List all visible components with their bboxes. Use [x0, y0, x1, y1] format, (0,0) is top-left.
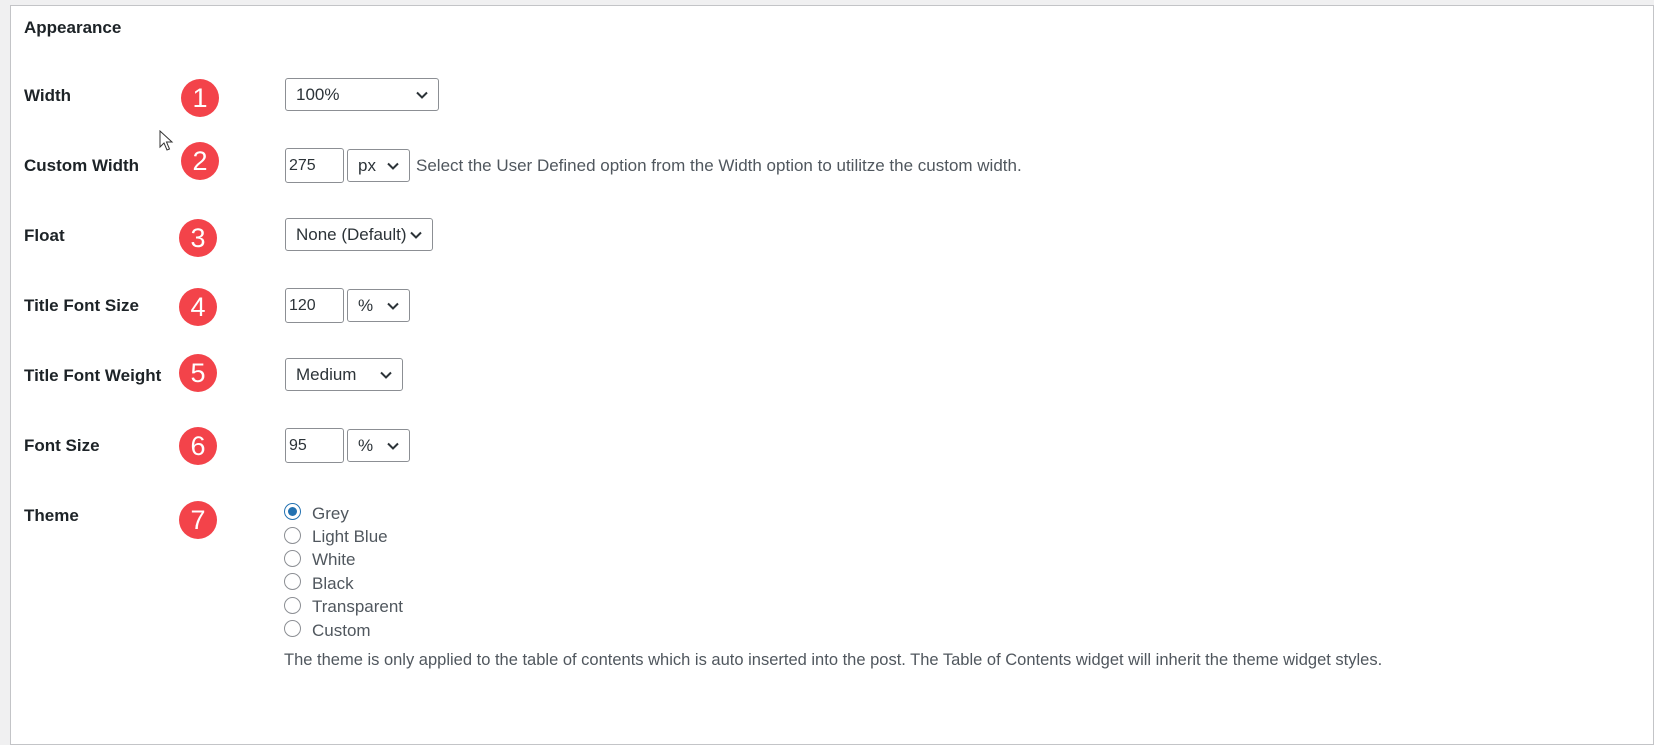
custom-width-help-text: Select the User Defined option from the … — [416, 155, 1022, 175]
radio-button[interactable] — [284, 549, 301, 567]
theme-option-label: Transparent — [312, 597, 404, 617]
theme-description: The theme is only applied to the table o… — [284, 651, 1383, 669]
section-title: Appearance — [24, 18, 122, 37]
title-font-weight-label: Title Font Weight — [24, 366, 162, 385]
theme-option-label: White — [312, 550, 356, 570]
theme-option-light-blue[interactable]: Light Blue — [284, 523, 403, 546]
theme-radio-group: Grey Light Blue White Black Transparent … — [284, 500, 403, 640]
chevron-down-icon — [387, 162, 399, 170]
float-label: Float — [24, 226, 65, 245]
mouse-cursor-icon — [159, 130, 174, 151]
custom-width-label: Custom Width — [24, 156, 140, 175]
step-badge-2: 2 — [181, 142, 219, 180]
step-badge-4: 4 — [179, 288, 217, 326]
radio-dot — [288, 507, 297, 517]
step-badge-3: 3 — [179, 219, 217, 257]
radio-button[interactable] — [284, 573, 301, 591]
theme-option-label: Grey — [312, 503, 349, 523]
chevron-down-icon — [387, 302, 399, 310]
title-font-size-label: Title Font Size — [24, 296, 139, 315]
width-label: Width — [24, 86, 72, 105]
step-badge-6: 6 — [179, 427, 217, 465]
radio-button[interactable] — [284, 596, 301, 614]
theme-option-transparent[interactable]: Transparent — [284, 594, 403, 617]
title-font-weight-select[interactable]: Medium — [285, 358, 403, 391]
chevron-down-icon — [410, 231, 422, 239]
title-font-weight-value: Medium — [296, 364, 357, 384]
float-select[interactable]: None (Default) — [285, 218, 433, 251]
title-font-size-unit-select[interactable]: % — [347, 289, 410, 322]
title-font-size-input[interactable] — [285, 288, 344, 323]
chevron-down-icon — [416, 91, 428, 99]
title-font-size-unit-value: % — [358, 295, 374, 315]
step-badge-1: 1 — [181, 79, 219, 117]
theme-label: Theme — [24, 506, 79, 525]
step-badge-5: 5 — [179, 354, 217, 392]
font-size-label: Font Size — [24, 436, 100, 455]
custom-width-input[interactable] — [285, 148, 344, 183]
chevron-down-icon — [380, 371, 392, 379]
width-select[interactable]: 100% — [285, 78, 439, 111]
radio-button[interactable] — [284, 526, 301, 544]
theme-option-label: Custom — [312, 620, 371, 640]
appearance-panel: Appearance Width 1 100% Custom Width 2 p… — [10, 5, 1654, 745]
width-select-value: 100% — [296, 84, 340, 104]
custom-width-unit-select[interactable]: px — [347, 149, 410, 182]
font-size-input[interactable] — [285, 428, 344, 463]
theme-option-custom[interactable]: Custom — [284, 617, 403, 640]
font-size-unit-select[interactable]: % — [347, 429, 410, 462]
theme-option-grey[interactable]: Grey — [284, 500, 403, 523]
radio-button-checked[interactable] — [284, 503, 301, 521]
custom-width-unit-value: px — [358, 155, 376, 175]
theme-option-black[interactable]: Black — [284, 570, 403, 593]
radio-button[interactable] — [284, 620, 301, 638]
theme-option-white[interactable]: White — [284, 547, 403, 570]
theme-option-label: Light Blue — [312, 527, 388, 547]
step-badge-7: 7 — [179, 501, 217, 539]
font-size-unit-value: % — [358, 435, 374, 455]
theme-option-label: Black — [312, 573, 354, 593]
float-select-value: None (Default) — [296, 224, 407, 244]
chevron-down-icon — [387, 442, 399, 450]
